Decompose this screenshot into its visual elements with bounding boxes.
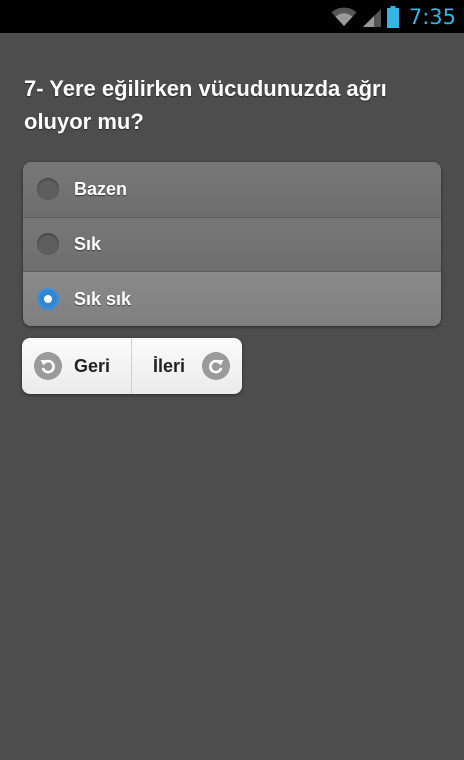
radio-button[interactable] [37,178,59,201]
wifi-icon [331,6,357,27]
radio-button[interactable] [37,233,59,256]
option-label: Bazen [74,178,128,199]
question-text: 7- Yere eğilirken vücudunuzda ağrı oluyo… [24,76,387,134]
next-button[interactable]: İleri [132,338,242,394]
radio-button-selected[interactable] [37,288,59,311]
option-label: Sık [74,233,102,254]
option-sik[interactable]: Sık [23,216,441,272]
navigation-buttons: Geri İleri [22,338,242,394]
option-sik-sik[interactable]: Sık sık [23,271,441,326]
battery-icon [386,5,399,28]
back-label: Geri [74,355,111,376]
signal-icon [362,7,381,27]
clock: 7:35 [408,4,456,29]
redo-arrow-icon [202,352,230,380]
back-button[interactable]: Geri [22,338,132,394]
status-icons: 7:35 [331,0,456,33]
undo-arrow-icon [34,352,62,380]
option-bazen[interactable]: Bazen [23,162,441,217]
option-label: Sık sık [74,288,132,309]
answer-options: Bazen Sık Sık sık [23,162,441,326]
next-label: İleri [153,355,186,376]
status-bar: 7:35 [0,0,464,33]
